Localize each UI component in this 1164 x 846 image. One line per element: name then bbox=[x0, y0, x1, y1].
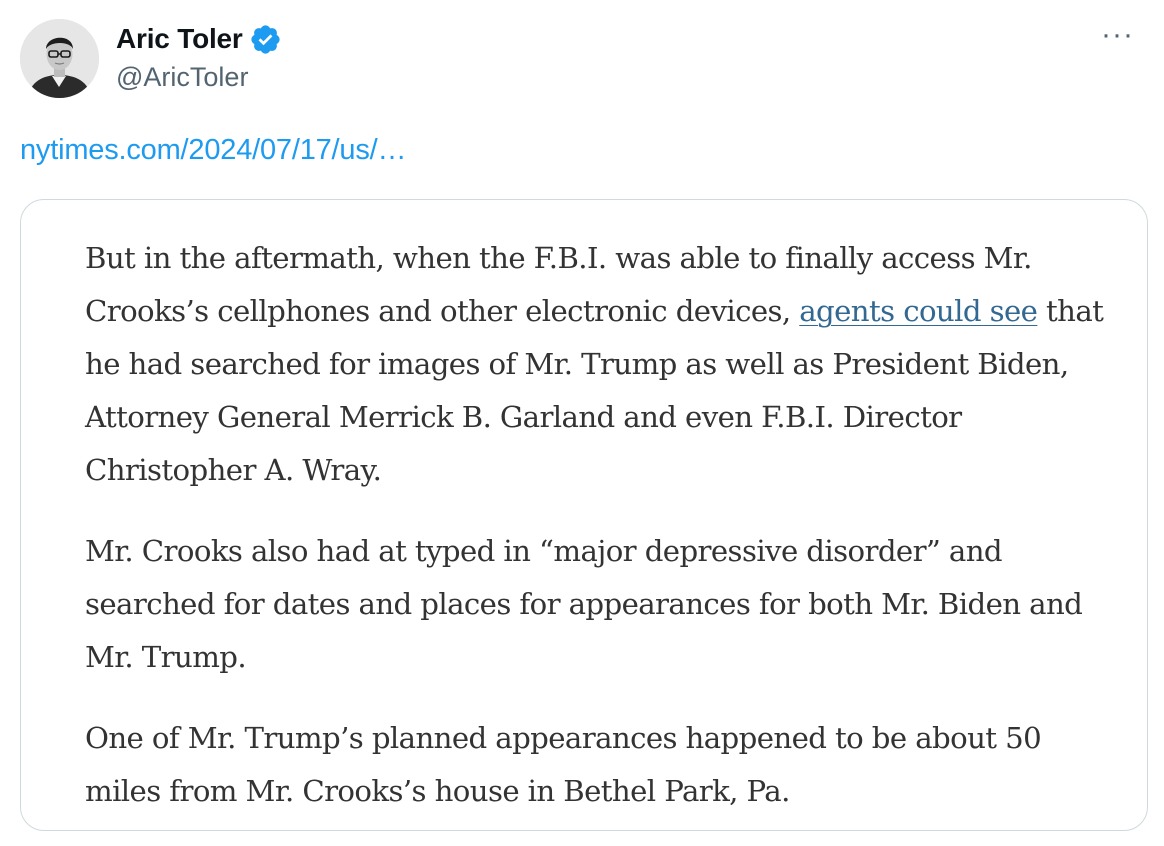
verified-badge-icon[interactable] bbox=[249, 23, 282, 56]
article-excerpt: But in the aftermath, when the F.B.I. wa… bbox=[85, 232, 1125, 830]
avatar[interactable] bbox=[20, 19, 99, 98]
article-paragraph: Mr. Crooks also had at typed in “major d… bbox=[85, 534, 1083, 674]
article-paragraph: But in the aftermath, when the F.B.I. wa… bbox=[85, 232, 1125, 497]
quoted-image-card[interactable]: But in the aftermath, when the F.B.I. wa… bbox=[20, 199, 1148, 831]
article-inline-link[interactable]: agents could see bbox=[799, 294, 1038, 328]
tweet: Aric Toler @AricToler ··· nytimes.com/20… bbox=[0, 0, 1164, 846]
avatar-photo bbox=[20, 19, 99, 98]
author-name-row: Aric Toler bbox=[116, 22, 282, 56]
author-handle[interactable]: @AricToler bbox=[116, 62, 248, 93]
article-paragraph: One of Mr. Trump’s planned appearances h… bbox=[85, 721, 1042, 808]
more-horizontal-icon[interactable]: ··· bbox=[1101, 20, 1134, 50]
tweet-link[interactable]: nytimes.com/2024/07/17/us/… bbox=[20, 134, 407, 167]
author-display-name[interactable]: Aric Toler bbox=[116, 23, 243, 55]
